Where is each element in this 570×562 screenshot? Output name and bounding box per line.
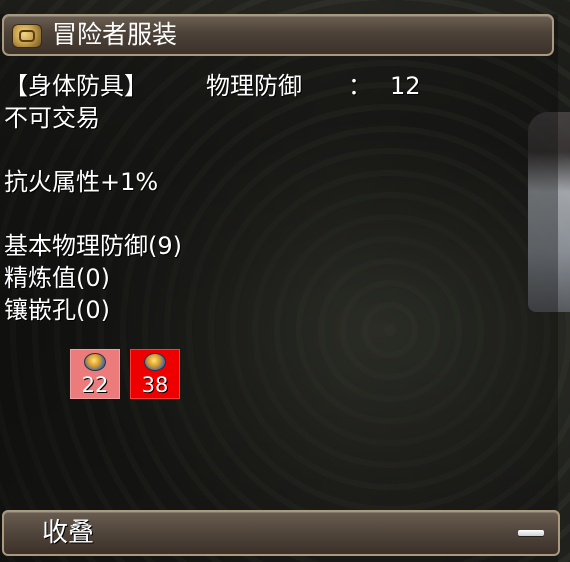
gem-icon <box>84 353 106 371</box>
fire-resistance-attribute: 抗火属性+1% <box>4 168 159 196</box>
gem-count: 22 <box>81 373 109 397</box>
refine-stat: 精炼值(0) <box>4 264 110 292</box>
minus-icon[interactable] <box>518 530 544 536</box>
tooltip-title-bar[interactable]: 冒险者服装 <box>2 14 554 56</box>
item-name: 冒险者服装 <box>52 20 178 49</box>
base-defense-stat: 基本物理防御(9) <box>4 232 182 260</box>
defense-value: 12 <box>390 72 421 100</box>
gem-slot-1[interactable]: 22 <box>70 349 120 399</box>
armor-type-label: 【身体防具】 <box>4 72 148 100</box>
trade-status: 不可交易 <box>4 104 100 132</box>
gem-slot-2[interactable]: 38 <box>130 349 180 399</box>
gem-icon <box>144 353 166 371</box>
defense-colon: ： <box>348 72 372 100</box>
collapse-label: 收叠 <box>42 518 95 548</box>
gem-count: 38 <box>141 373 169 397</box>
armor-item-icon <box>12 24 42 48</box>
socket-stat: 镶嵌孔(0) <box>4 296 110 324</box>
defense-label: 物理防御 <box>206 72 302 100</box>
collapse-bar[interactable]: 收叠 <box>2 510 560 556</box>
